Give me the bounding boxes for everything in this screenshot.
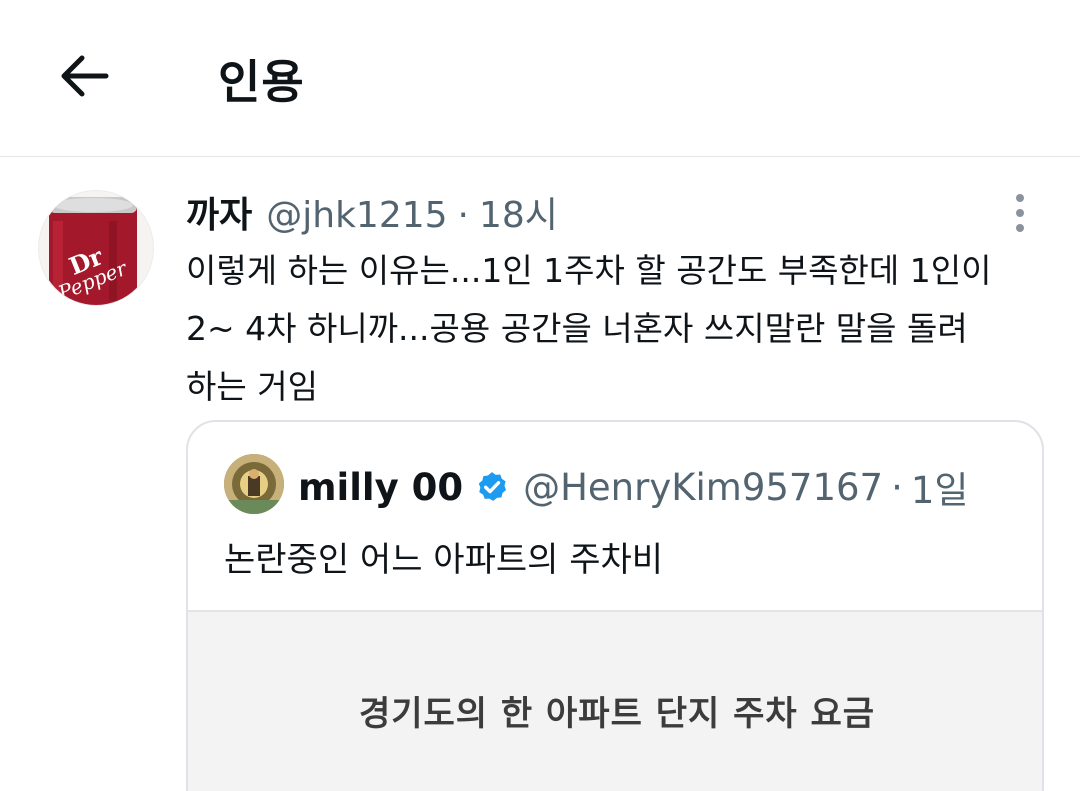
quoted-avatar[interactable] xyxy=(224,454,284,514)
separator-dot: · xyxy=(891,465,903,509)
quoted-tweet-time[interactable]: 1일 xyxy=(911,460,969,514)
quoted-author-name[interactable]: milly 00 xyxy=(298,466,463,509)
verified-badge-icon xyxy=(478,472,507,501)
quoted-tweet-text: 논란중인 어느 아파트의 주차비 xyxy=(224,540,664,580)
tweet-time[interactable]: 18시 xyxy=(479,186,558,238)
page-title: 인용 xyxy=(218,55,305,109)
tweet-header: 까자 @jhk1215 · 18시 xyxy=(186,186,558,236)
top-bar: 인용 xyxy=(0,0,1080,157)
media-caption: 경기도의 한 아파트 단지 주차 요금 xyxy=(358,694,876,734)
quoted-media-image[interactable]: 경기도의 한 아파트 단지 주차 요금 xyxy=(188,610,1042,791)
arrow-left-icon xyxy=(61,55,109,97)
avatar[interactable]: Dr Pepper xyxy=(38,190,154,306)
separator-dot: · xyxy=(457,195,469,236)
quoted-tweet-header: milly 00 @HenryKim957167 · 1일 xyxy=(298,460,968,514)
author-name[interactable]: 까자 xyxy=(186,186,252,238)
more-vertical-icon xyxy=(1016,194,1024,202)
back-button[interactable] xyxy=(52,44,116,108)
more-options-button[interactable] xyxy=(1000,188,1040,238)
author-handle[interactable]: @jhk1215 xyxy=(266,195,447,236)
tweet-text: 이렇게 하는 이유는...1인 1주차 할 공간도 부족한데 1인이 2~ 4차… xyxy=(186,251,992,406)
dr-pepper-can-icon: Dr Pepper xyxy=(39,191,153,305)
quoted-author-handle[interactable]: @HenryKim957167 xyxy=(523,466,883,509)
quoted-avatar-image-icon xyxy=(224,454,284,514)
quoted-tweet-card[interactable]: milly 00 @HenryKim957167 · 1일 논란중인 어느 아파… xyxy=(186,420,1044,791)
